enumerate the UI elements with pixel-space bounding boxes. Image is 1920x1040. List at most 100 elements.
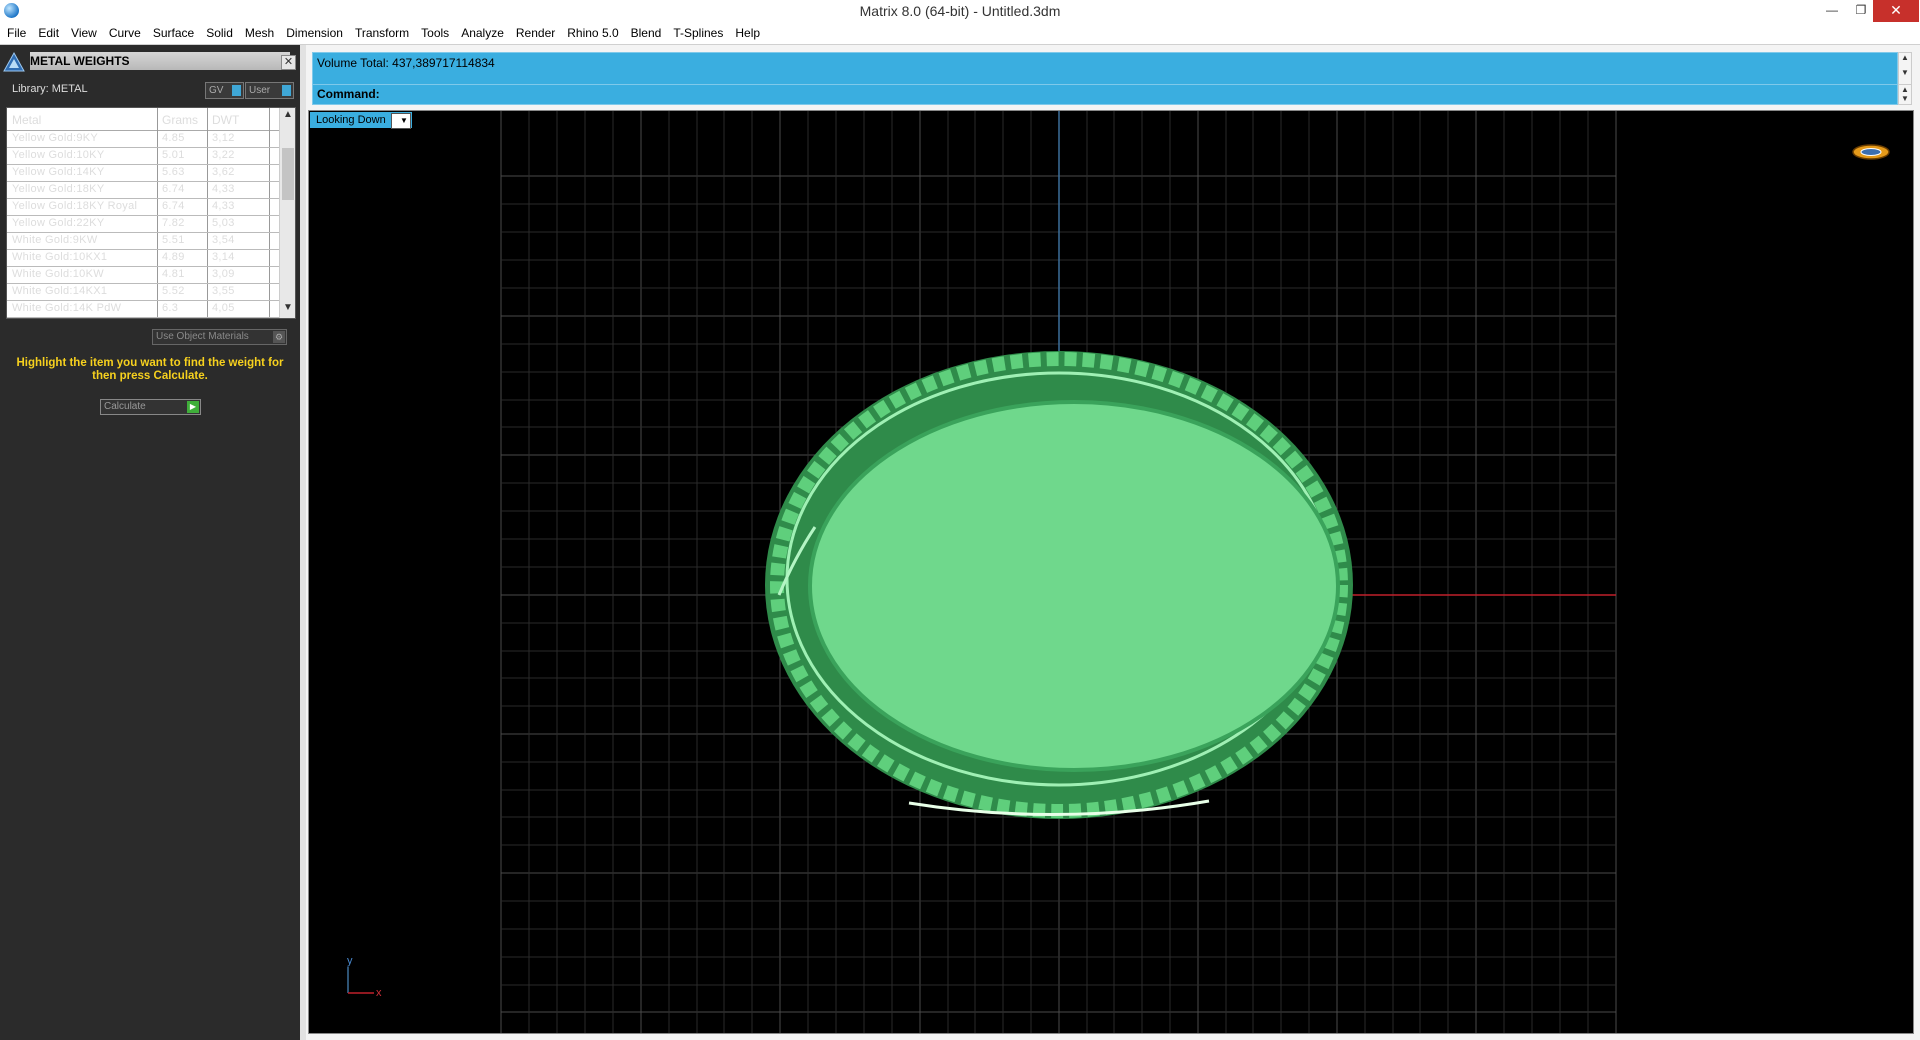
menu-file[interactable]: File xyxy=(0,23,31,40)
scroll-down-icon[interactable]: ▼ xyxy=(1899,68,1911,77)
table-row[interactable]: White Gold:14KX1 5.52 3,55 xyxy=(7,284,279,301)
menu-dimension[interactable]: Dimension xyxy=(279,23,348,40)
scroll-up-icon[interactable]: ▲ xyxy=(1899,53,1911,62)
menu-rhino5[interactable]: Rhino 5.0 xyxy=(560,23,623,40)
metal-table: Metal Grams DWT Yellow Gold:9KY 4.85 3,12 … xyxy=(6,107,296,319)
gv-label: GV xyxy=(209,85,224,96)
matrix-logo-icon xyxy=(3,51,25,72)
grams-value: 6.74 xyxy=(162,183,185,195)
chevron-down-icon[interactable]: ▼ xyxy=(391,113,411,129)
table-row[interactable]: White Gold:14K PdW 6.3 4,05 xyxy=(7,301,279,318)
table-row[interactable]: Yellow Gold:22KY 7.82 5,03 xyxy=(7,216,279,233)
metal-weights-panel: METAL WEIGHTS ✕ Library: METAL GV User M… xyxy=(0,45,300,1040)
dwt-value: 4,05 xyxy=(212,302,235,314)
axis-x-label: x xyxy=(376,987,382,999)
play-icon: ▶ xyxy=(187,401,199,413)
metal-name: Yellow Gold:18KY Royal xyxy=(12,200,138,212)
volume-output: Volume Total: 437,389717114834 xyxy=(317,56,495,70)
metal-name: White Gold:9KW xyxy=(12,234,98,246)
user-label: User xyxy=(249,85,271,96)
command-line[interactable]: Command: xyxy=(312,84,1898,105)
column-header-metal[interactable]: Metal xyxy=(12,113,41,127)
dwt-value: 4,33 xyxy=(212,183,235,195)
menu-help[interactable]: Help xyxy=(728,23,765,40)
close-button[interactable]: ✕ xyxy=(1873,0,1919,22)
axis-indicator: y x xyxy=(342,955,392,1005)
calculate-button[interactable]: Calculate ▶ xyxy=(100,399,201,415)
menu-blend[interactable]: Blend xyxy=(624,23,667,40)
table-row[interactable]: Yellow Gold:9KY 4.85 3,12 xyxy=(7,131,279,148)
title-bar: Matrix 8.0 (64-bit) - Untitled.3dm — ❐ ✕ xyxy=(0,0,1920,24)
metal-name: White Gold:10KW xyxy=(12,268,104,280)
panel-title: METAL WEIGHTS xyxy=(30,52,290,70)
window-title: Matrix 8.0 (64-bit) - Untitled.3dm xyxy=(859,3,1061,19)
ring-model[interactable] xyxy=(765,351,1353,819)
grams-value: 5.63 xyxy=(162,166,185,178)
table-row[interactable]: Yellow Gold:18KY Royal 6.74 4,33 xyxy=(7,199,279,216)
table-row[interactable]: Yellow Gold:18KY 6.74 4,33 xyxy=(7,182,279,199)
command-scrollbar[interactable]: ▲ ▼ xyxy=(1898,84,1912,105)
metal-name: Yellow Gold:14KY xyxy=(12,166,105,178)
menu-transform[interactable]: Transform xyxy=(348,23,414,40)
menu-view[interactable]: View xyxy=(64,23,102,40)
metal-name: White Gold:14K PdW xyxy=(12,302,122,314)
viewport-top[interactable] xyxy=(308,110,1914,1034)
scroll-up-icon[interactable]: ▲ xyxy=(282,109,294,123)
calculate-label: Calculate xyxy=(104,401,146,412)
use-object-materials-label: Use Object Materials xyxy=(156,331,249,342)
history-scrollbar[interactable]: ▲ ▼ xyxy=(1898,52,1912,87)
panel-splitter[interactable] xyxy=(300,45,306,1040)
grams-value: 5.01 xyxy=(162,149,185,161)
metal-name: White Gold:10KX1 xyxy=(12,251,108,263)
command-label: Command: xyxy=(317,87,380,101)
metal-name: White Gold:14KX1 xyxy=(12,285,108,297)
scroll-down-icon[interactable]: ▼ xyxy=(282,302,294,316)
axis-y-label: y xyxy=(347,955,353,967)
table-row[interactable]: White Gold:10KX1 4.89 3,14 xyxy=(7,250,279,267)
scroll-thumb[interactable] xyxy=(282,148,294,200)
grams-value: 4.85 xyxy=(162,132,185,144)
menu-solid[interactable]: Solid xyxy=(199,23,238,40)
viewport-name: Looking Down xyxy=(316,114,386,126)
panel-close-button[interactable]: ✕ xyxy=(281,55,296,70)
use-object-materials-button[interactable]: Use Object Materials ⚙ xyxy=(152,329,287,345)
grams-value: 7.82 xyxy=(162,217,185,229)
menu-render[interactable]: Render xyxy=(509,23,560,40)
dwt-value: 4,33 xyxy=(212,200,235,212)
gv-indicator-icon xyxy=(232,85,241,96)
maximize-button[interactable]: ❐ xyxy=(1846,0,1876,22)
navigation-widget-icon[interactable] xyxy=(1851,142,1891,162)
dwt-value: 3,14 xyxy=(212,251,235,263)
dwt-value: 3,09 xyxy=(212,268,235,280)
column-header-grams[interactable]: Grams xyxy=(162,113,198,127)
minimize-button[interactable]: — xyxy=(1817,0,1847,22)
dwt-value: 3,62 xyxy=(212,166,235,178)
dwt-value: 3,22 xyxy=(212,149,235,161)
scroll-up-icon[interactable]: ▲ xyxy=(1899,85,1911,94)
menu-tsplines[interactable]: T-Splines xyxy=(666,23,728,40)
menu-surface[interactable]: Surface xyxy=(146,23,199,40)
menu-mesh[interactable]: Mesh xyxy=(238,23,279,40)
grams-value: 4.89 xyxy=(162,251,185,263)
viewport-label[interactable]: Looking Down ▼ xyxy=(310,112,412,129)
table-row[interactable]: White Gold:10KW 4.81 3,09 xyxy=(7,267,279,284)
metal-name: Yellow Gold:18KY xyxy=(12,183,105,195)
table-scrollbar[interactable]: ▲ ▼ xyxy=(279,108,295,318)
grams-value: 4.81 xyxy=(162,268,185,280)
table-header: Metal Grams DWT xyxy=(7,108,279,131)
instruction-text: Highlight the item you want to find the … xyxy=(16,357,284,382)
column-header-dwt[interactable]: DWT xyxy=(212,113,239,127)
menu-tools[interactable]: Tools xyxy=(414,23,454,40)
viewport-canvas[interactable] xyxy=(309,111,1913,1033)
gv-toggle[interactable]: GV xyxy=(205,82,244,99)
grams-value: 6.74 xyxy=(162,200,185,212)
user-toggle[interactable]: User xyxy=(245,82,294,99)
table-row[interactable]: Yellow Gold:14KY 5.63 3,62 xyxy=(7,165,279,182)
metal-name: Yellow Gold:9KY xyxy=(12,132,99,144)
scroll-down-icon[interactable]: ▼ xyxy=(1899,94,1911,103)
table-row[interactable]: Yellow Gold:10KY 5.01 3,22 xyxy=(7,148,279,165)
menu-analyze[interactable]: Analyze xyxy=(454,23,509,40)
menu-curve[interactable]: Curve xyxy=(102,23,146,40)
menu-edit[interactable]: Edit xyxy=(31,23,64,40)
table-row[interactable]: White Gold:9KW 5.51 3,54 xyxy=(7,233,279,250)
